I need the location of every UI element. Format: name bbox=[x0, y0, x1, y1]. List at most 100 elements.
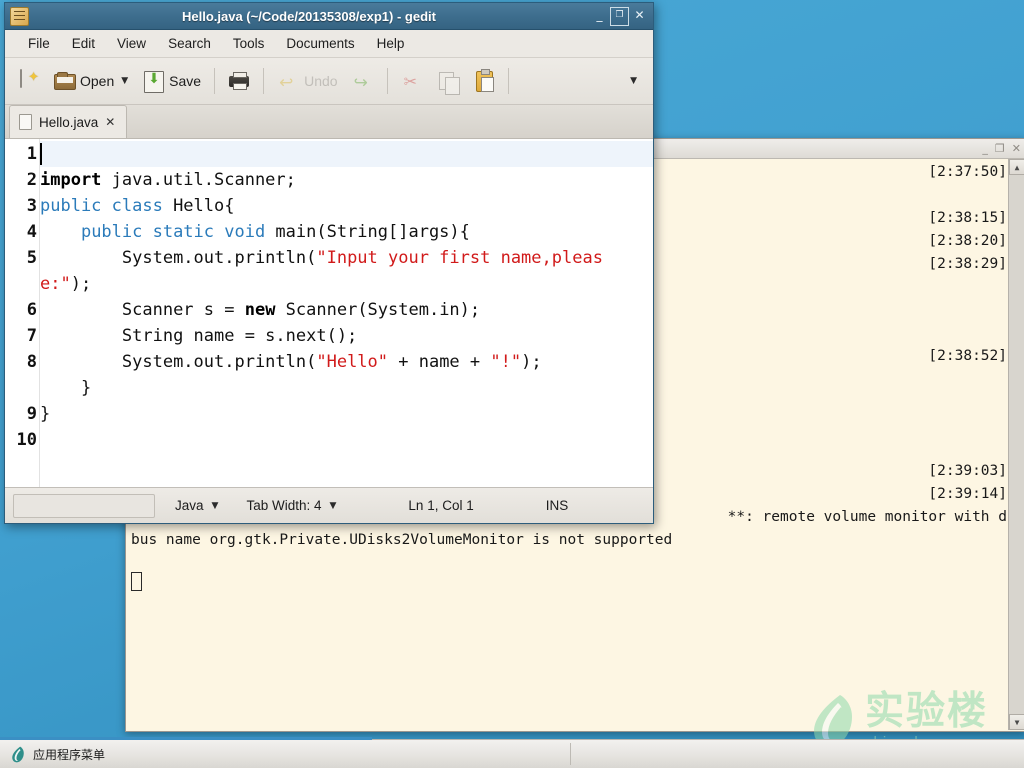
tab-label: Hello.java bbox=[39, 114, 99, 130]
open-folder-icon bbox=[53, 70, 76, 92]
taskbar-accent-bar bbox=[0, 737, 372, 740]
desktop: _ ❐ ✕ [2:37:50] [2:38:15] [2:38:20] [2:38:2… bbox=[0, 0, 1024, 768]
code-token: System.out.println( bbox=[40, 352, 317, 372]
print-icon bbox=[228, 70, 250, 92]
code-line: Scanner s = new Scanner(System.in); bbox=[40, 297, 653, 323]
line-number: 5 bbox=[26, 248, 37, 268]
code-token: Hello{ bbox=[162, 196, 235, 216]
cut-button: ✂ bbox=[395, 64, 429, 98]
code-token: } bbox=[40, 378, 92, 398]
line-number: 9 bbox=[26, 404, 37, 424]
tab-width-caret-icon[interactable]: ▼ bbox=[330, 501, 337, 511]
save-icon bbox=[142, 70, 165, 93]
tab-width-selector[interactable]: Tab Width: 4 ▼ bbox=[246, 498, 336, 513]
menu-help[interactable]: Help bbox=[366, 33, 416, 54]
scroll-down-icon[interactable]: ▼ bbox=[1009, 714, 1024, 730]
gedit-tabbar: Hello.java ✕ bbox=[5, 105, 653, 139]
code-token: } bbox=[40, 404, 51, 424]
terminal-minimize-button[interactable]: _ bbox=[982, 143, 988, 154]
code-token: new bbox=[244, 300, 276, 320]
terminal-cursor bbox=[131, 572, 142, 591]
cursor-position: Ln 1, Col 1 bbox=[408, 498, 474, 513]
gedit-minimize-button[interactable]: _ bbox=[591, 8, 608, 25]
statusbar-progress bbox=[13, 493, 155, 518]
gedit-window[interactable]: Hello.java (~/Code/20135308/exp1) - gedi… bbox=[4, 2, 654, 524]
line-number: 6 bbox=[26, 300, 37, 320]
terminal-close-button[interactable]: ✕ bbox=[1012, 143, 1021, 154]
toolbar-overflow-button[interactable]: ▼ bbox=[622, 64, 647, 98]
undo-button-label: Undo bbox=[304, 73, 338, 89]
new-document-icon bbox=[17, 69, 39, 92]
undo-icon: ↩ bbox=[279, 73, 294, 92]
code-token: public class bbox=[40, 196, 163, 216]
leaf-icon bbox=[12, 746, 24, 762]
line-number: 3 bbox=[26, 196, 37, 216]
menu-file[interactable]: File bbox=[17, 33, 61, 54]
terminal-scrollbar[interactable]: ▲ ▼ bbox=[1008, 159, 1024, 730]
menu-documents[interactable]: Documents bbox=[275, 33, 365, 54]
code-token: main(String[]args){ bbox=[265, 222, 470, 242]
redo-button: ↪ bbox=[346, 64, 380, 98]
text-caret bbox=[40, 143, 42, 165]
app-menu-label: 应用程序菜单 bbox=[33, 747, 106, 762]
code-token: "Hello" bbox=[316, 352, 389, 372]
print-button[interactable] bbox=[222, 64, 256, 98]
gedit-titlebar[interactable]: Hello.java (~/Code/20135308/exp1) - gedi… bbox=[5, 3, 653, 30]
tab-width-label: Tab Width: 4 bbox=[246, 498, 322, 513]
code-token: "!" bbox=[490, 352, 522, 372]
current-line-highlight bbox=[40, 141, 653, 167]
terminal-maximize-button[interactable]: ❐ bbox=[995, 143, 1005, 154]
code-token: java.util.Scanner; bbox=[101, 170, 296, 190]
code-token: Scanner(System.in); bbox=[275, 300, 481, 320]
scroll-up-icon[interactable]: ▲ bbox=[1009, 159, 1024, 175]
code-token: ); bbox=[70, 274, 92, 294]
gedit-menubar: File Edit View Search Tools Documents He… bbox=[5, 30, 653, 58]
menu-tools[interactable]: Tools bbox=[222, 33, 276, 54]
app-menu-button[interactable]: 应用程序菜单 bbox=[0, 740, 115, 768]
code-text[interactable]: package ljp;import java.util.Scanner;pub… bbox=[40, 139, 653, 487]
code-line: String name = s.next(); bbox=[40, 323, 653, 349]
code-token: + name + bbox=[388, 352, 491, 372]
toolbar-overflow-caret-icon[interactable]: ▼ bbox=[630, 76, 637, 86]
code-line: } bbox=[40, 401, 653, 427]
open-button-label: Open bbox=[80, 73, 115, 89]
cut-scissors-icon: ✂ bbox=[403, 74, 417, 91]
code-token: public static void bbox=[80, 222, 266, 242]
new-document-button[interactable] bbox=[11, 64, 45, 98]
menu-view[interactable]: View bbox=[106, 33, 157, 54]
code-line: } bbox=[40, 375, 653, 401]
language-caret-icon[interactable]: ▼ bbox=[212, 501, 219, 511]
code-token: import bbox=[40, 170, 102, 190]
code-line: System.out.println("Hello" + name + "!")… bbox=[40, 349, 653, 375]
tab-hello-java[interactable]: Hello.java ✕ bbox=[9, 105, 128, 138]
line-number: 10 bbox=[16, 430, 37, 450]
open-button[interactable]: Open ▼ bbox=[47, 64, 134, 98]
language-label: Java bbox=[175, 498, 204, 513]
undo-button: ↩ Undo bbox=[271, 64, 343, 98]
code-token: System.out.println( bbox=[40, 248, 317, 268]
line-number: 4 bbox=[26, 222, 37, 242]
paste-button[interactable] bbox=[467, 64, 501, 98]
editor-area[interactable]: 1234506780910 package ljp;import java.ut… bbox=[5, 139, 653, 488]
open-dropdown-caret-icon[interactable]: ▼ bbox=[121, 76, 128, 86]
gedit-statusbar: Java ▼ Tab Width: 4 ▼ Ln 1, Col 1 INS bbox=[5, 488, 653, 523]
menu-edit[interactable]: Edit bbox=[61, 33, 106, 54]
gedit-maximize-button[interactable]: ❐ bbox=[610, 6, 629, 26]
code-token: ); bbox=[521, 352, 542, 372]
line-number: 1 bbox=[26, 144, 37, 164]
taskbar[interactable]: 应用程序菜单 bbox=[0, 737, 1024, 768]
code-token: Scanner s = bbox=[40, 300, 245, 320]
document-icon bbox=[19, 114, 32, 130]
gedit-close-button[interactable]: ✕ bbox=[631, 8, 648, 25]
line-number-gutter: 1234506780910 bbox=[5, 139, 40, 487]
code-line: public class Hello{ bbox=[40, 193, 653, 219]
copy-icon bbox=[437, 70, 460, 95]
line-number: 8 bbox=[26, 352, 37, 372]
language-selector[interactable]: Java ▼ bbox=[175, 498, 218, 513]
gedit-app-icon bbox=[10, 6, 29, 26]
save-button[interactable]: Save bbox=[136, 64, 207, 98]
tab-close-icon[interactable]: ✕ bbox=[105, 115, 115, 129]
menu-search[interactable]: Search bbox=[157, 33, 222, 54]
copy-button bbox=[431, 64, 465, 98]
